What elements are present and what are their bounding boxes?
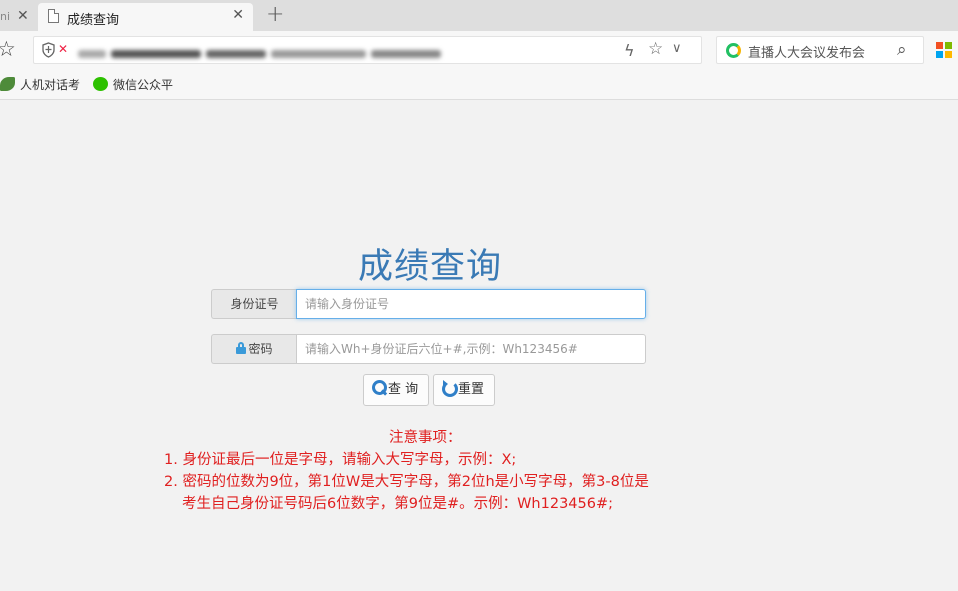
bookmarks-bar: 人机对话考 微信公众平 [0, 68, 958, 100]
password-label: 密码 [211, 334, 297, 364]
document-icon [48, 9, 59, 23]
lock-icon [236, 342, 247, 354]
search-icon [371, 380, 387, 396]
tab-previous[interactable]: ni ✕ [0, 4, 37, 31]
reset-button-label: 重置 [458, 382, 485, 397]
star-icon[interactable]: ☆ [0, 37, 16, 61]
url-text-blurred [78, 43, 443, 58]
wechat-icon [93, 77, 108, 91]
query-button-label: 查 询 [388, 382, 419, 397]
close-icon[interactable]: ✕ [232, 7, 244, 23]
chevron-down-icon[interactable]: ∨ [672, 41, 682, 56]
leaf-icon [0, 77, 15, 91]
reset-button[interactable]: 重置 [433, 374, 495, 406]
note-item-continuation: 考生自己身份证号码后6位数字，第9位是#。示例：Wh123456#; [182, 496, 614, 512]
lightning-icon[interactable]: ϟ [624, 41, 635, 60]
bookmark-label: 人机对话考 [20, 78, 81, 92]
new-tab-button[interactable]: + [266, 2, 284, 27]
bookmark-item[interactable]: 微信公众平 [93, 76, 173, 93]
tab-strip: ni ✕ 成绩查询 ✕ + [0, 0, 958, 31]
tab-previous-title: ni [0, 10, 11, 23]
bookmark-item[interactable]: 人机对话考 [0, 76, 80, 93]
close-icon[interactable]: ✕ [17, 8, 29, 24]
windows-logo-icon[interactable] [936, 42, 952, 58]
tab-title: 成绩查询 [67, 13, 120, 28]
reset-icon [441, 380, 458, 397]
password-input-group: 密码 [211, 334, 646, 364]
password-label-text: 密码 [248, 342, 273, 356]
bookmark-star-icon[interactable]: ☆ [648, 39, 663, 59]
search-box[interactable]: 直播人大会议发布会 ⌕ [716, 36, 924, 64]
id-input-group: 身份证号 [211, 289, 646, 319]
query-button[interactable]: 查 询 [363, 374, 429, 406]
search-engine-logo-icon [726, 43, 741, 58]
address-bar[interactable]: ✕ ϟ ☆ ∨ [33, 36, 702, 64]
note-item: 1. 身份证最后一位是字母，请输入大写字母，示例：X; [164, 452, 517, 468]
id-label-text: 身份证号 [230, 297, 279, 311]
search-icon[interactable]: ⌕ [897, 40, 907, 60]
search-suggestion[interactable]: 直播人大会议发布会 [748, 42, 865, 61]
note-item: 2. 密码的位数为9位，第1位W是大写字母，第2位h是小写字母，第3-8位是 [164, 474, 649, 490]
address-toolbar: ☆ ✕ ϟ ☆ ∨ 直播人大会议发布会 ⌕ [0, 31, 958, 68]
shield-icon[interactable] [42, 42, 55, 58]
tab-active[interactable]: 成绩查询 ✕ [38, 3, 253, 31]
id-label: 身份证号 [211, 289, 297, 319]
id-number-input[interactable] [296, 289, 646, 319]
bookmark-label: 微信公众平 [113, 78, 174, 92]
password-input[interactable] [296, 334, 646, 364]
insecure-lock-icon[interactable]: ✕ [58, 42, 68, 56]
notes-title: 注意事项： [389, 430, 462, 446]
page-title: 成绩查询 [358, 247, 503, 287]
